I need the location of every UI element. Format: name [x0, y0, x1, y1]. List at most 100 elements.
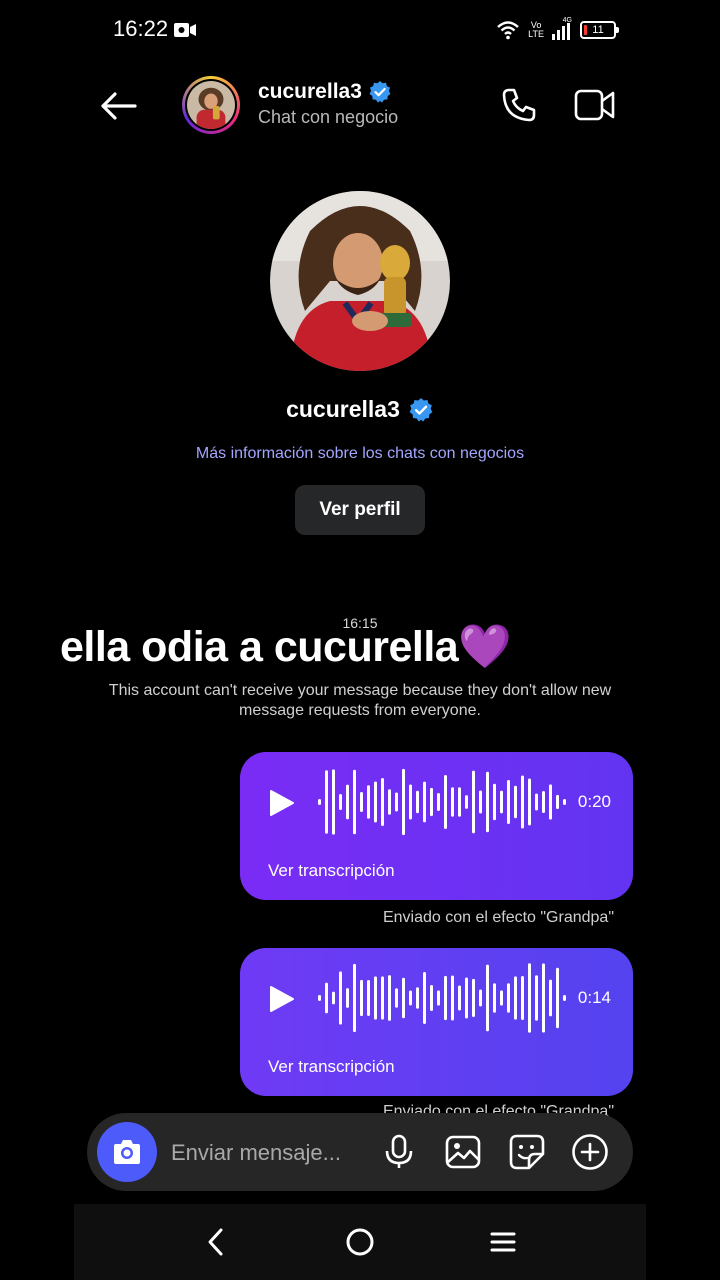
video-camera-icon: [574, 89, 615, 121]
waveform-bar: [472, 978, 475, 1018]
waveform-bar: [514, 976, 517, 1020]
view-profile-button[interactable]: Ver perfil: [295, 485, 425, 535]
battery-indicator: 11: [580, 21, 619, 39]
waveform-bar: [437, 990, 440, 1006]
waveform-bar: [535, 793, 538, 811]
call-button[interactable]: [496, 82, 542, 128]
waveform-bar: [507, 983, 510, 1013]
microphone-button[interactable]: [379, 1132, 419, 1172]
waveform-bar: [500, 990, 503, 1006]
waveform-bar: [556, 794, 559, 810]
nav-home-button[interactable]: [340, 1222, 380, 1262]
waveform-bar: [416, 987, 419, 1009]
waveform-bar: [402, 768, 405, 836]
waveform-bar: [430, 787, 433, 817]
gallery-button[interactable]: [443, 1132, 483, 1172]
home-circle-icon: [346, 1228, 374, 1256]
waveform-bar: [381, 976, 384, 1020]
waveform-bar: [493, 983, 496, 1013]
waveform-bar: [416, 790, 419, 814]
waveform-bar: [430, 984, 433, 1012]
camera-icon: [114, 1140, 140, 1164]
camera-button[interactable]: [97, 1122, 157, 1182]
nav-back-button[interactable]: [196, 1222, 236, 1262]
header-avatar[interactable]: [182, 76, 240, 134]
waveform-bar: [479, 989, 482, 1007]
waveform-bar: [563, 995, 566, 1001]
waveform-bar: [388, 789, 391, 815]
waveform-bar: [353, 769, 356, 835]
status-bar: 16:22 Vo LTE 4G 11: [0, 0, 720, 60]
waveform-bar: [367, 785, 370, 819]
business-chat-info-link[interactable]: Más información sobre los chats con nego…: [0, 445, 720, 463]
waveform-bar: [458, 787, 461, 817]
waveform-bar: [395, 792, 398, 812]
waveform-bar: [486, 771, 489, 833]
waveform-bar: [479, 790, 482, 814]
back-button[interactable]: [96, 84, 140, 128]
waveform-bar: [332, 991, 335, 1005]
waveform-bar: [549, 784, 552, 820]
waveform-bar: [423, 971, 426, 1025]
status-icons: Vo LTE 4G 11: [496, 16, 619, 44]
waveform-bar: [318, 799, 321, 805]
more-options-button[interactable]: [570, 1132, 610, 1172]
waveform-bar: [388, 975, 391, 1021]
waveform-bar: [486, 964, 489, 1032]
voice-message-bubble[interactable]: 0:14 Ver transcripción: [240, 948, 633, 1096]
profile-photo[interactable]: [270, 191, 450, 371]
menu-icon: [490, 1232, 516, 1252]
waveform-bar: [514, 785, 517, 819]
waveform-bar: [395, 988, 398, 1008]
play-icon[interactable]: [266, 788, 296, 818]
profile-image: [270, 191, 450, 371]
header-username[interactable]: cucurella3: [258, 80, 392, 104]
network-type: Vo LTE: [528, 20, 544, 39]
waveform-bar: [528, 778, 531, 826]
microphone-icon: [385, 1134, 413, 1168]
waveform-bar: [472, 770, 475, 834]
voice-message-bubble[interactable]: 0:20 Ver transcripción: [240, 752, 633, 900]
waveform-bar: [542, 790, 545, 814]
waveform[interactable]: [314, 960, 572, 1036]
waveform-bar: [521, 976, 524, 1020]
waveform-bar: [360, 791, 363, 813]
view-transcript-link[interactable]: Ver transcripción: [268, 1057, 395, 1077]
voice-duration: 0:20: [577, 792, 611, 811]
avatar-image: [187, 81, 235, 129]
waveform-bar: [542, 963, 545, 1033]
phone-icon: [502, 88, 536, 122]
waveform-bar: [367, 979, 370, 1017]
waveform-bar: [563, 799, 566, 805]
waveform-bar: [409, 784, 412, 820]
waveform-bar: [535, 975, 538, 1021]
waveform-bar: [325, 770, 328, 834]
waveform-bar: [374, 976, 377, 1020]
message-request-notice: This account can't receive your message …: [108, 682, 612, 719]
status-time: 16:22: [113, 16, 169, 41]
video-call-button[interactable]: [572, 82, 618, 128]
waveform-bar: [458, 985, 461, 1011]
waveform[interactable]: [314, 764, 572, 840]
voice-effect-note: Enviado con el efecto "Grandpa": [382, 909, 614, 926]
waveform-bar: [528, 963, 531, 1033]
waveform-bar: [451, 787, 454, 817]
waveform-bar: [521, 775, 524, 829]
signal-icon: 4G: [552, 17, 572, 41]
waveform-bar: [409, 990, 412, 1006]
message-input[interactable]: [169, 1133, 373, 1173]
waveform-bar: [465, 795, 468, 809]
sticker-icon: [509, 1134, 545, 1170]
waveform-bar: [549, 979, 552, 1017]
waveform-bar: [556, 967, 559, 1029]
waveform-bar: [444, 775, 447, 829]
verified-badge-icon: [409, 397, 433, 421]
waveform-bar: [332, 769, 335, 835]
image-icon: [445, 1135, 481, 1169]
nav-menu-button[interactable]: [483, 1222, 523, 1262]
view-transcript-link[interactable]: Ver transcripción: [268, 861, 395, 881]
play-icon[interactable]: [266, 984, 296, 1014]
sticker-button[interactable]: [507, 1132, 547, 1172]
waveform-bar: [339, 971, 342, 1025]
waveform-bar: [423, 781, 426, 823]
